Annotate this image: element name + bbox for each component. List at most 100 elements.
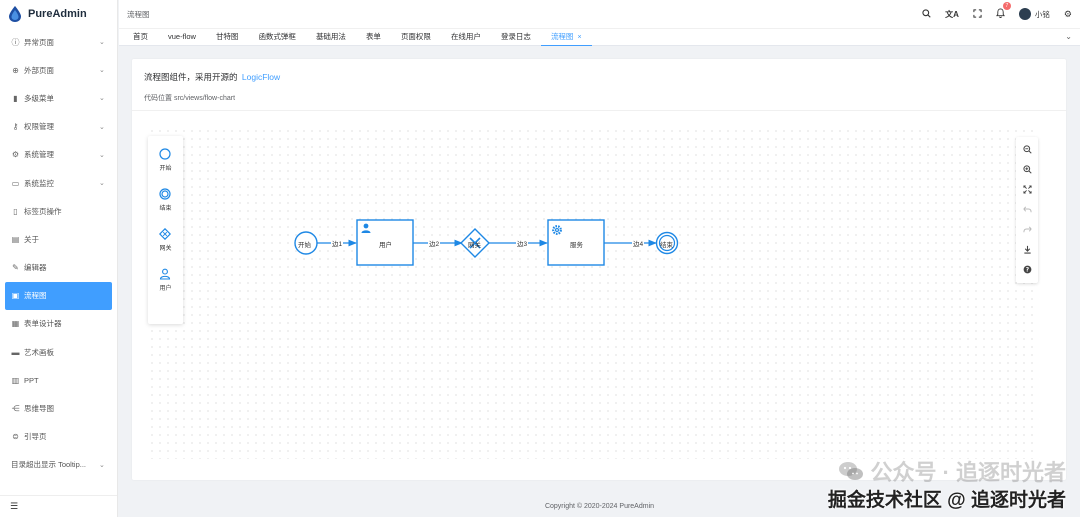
monitor-icon: ▭ — [11, 178, 20, 188]
search-icon[interactable] — [922, 8, 931, 20]
mindmap-icon: ⋲ — [11, 404, 20, 414]
sidebar-item-label: 异常页面 — [24, 37, 54, 47]
tab-2[interactable]: 甘特图 — [206, 28, 249, 46]
service-task-label: 服务 — [570, 242, 583, 249]
help-icon: ? — [1023, 265, 1032, 276]
tab-5[interactable]: 表单 — [356, 28, 391, 46]
sidebar-menu: ◔结果页面⌄ⓘ异常页面⌄⊕外部页面⌄▮多级菜单⌄⚷权限管理⌄⚙系统管理⌄▭系统监… — [0, 14, 117, 479]
chevron-down-icon[interactable]: ⌄ — [1065, 32, 1072, 41]
tab-label: vue-flow — [168, 32, 196, 41]
fit-view-button[interactable] — [1020, 183, 1034, 197]
tab-label: 页面权限 — [400, 32, 431, 41]
zoom-in-button[interactable] — [1020, 163, 1034, 177]
user-menu[interactable]: 小铭 — [1018, 8, 1050, 20]
edge-3-label[interactable]: 边3 — [516, 238, 529, 248]
sidebar-item-label: 艺术画板 — [24, 347, 54, 357]
zoom-out-icon — [1022, 144, 1032, 156]
header-actions: 文A 7 小铭 ⚙ — [922, 0, 1072, 28]
form-icon: ▦ — [11, 319, 20, 329]
palette-item-0[interactable]: 开始 — [159, 148, 172, 172]
flow-canvas[interactable] — [148, 127, 1038, 459]
tags-view-bar: 首页 vue-flow 甘特图 函数式弹框 基础用法 表单 页面权限 在线用户 登录日志 流程图 ×… — [119, 28, 1080, 46]
sidebar-item-label: 目录超出显示 Tooltip... — [11, 460, 87, 470]
sidebar-item-6[interactable]: ▭ 系统监控 ⌄ — [0, 169, 117, 197]
bell-icon — [995, 8, 1005, 18]
fit-icon — [1022, 184, 1032, 196]
tab-3[interactable]: 函数式弹框 — [248, 28, 306, 46]
card-subtitle: 代码位置 src/views/flow-chart — [144, 95, 236, 102]
zoom-out-button[interactable] — [1020, 143, 1034, 157]
sidebar-item-9[interactable]: ✎ 编辑器 — [0, 254, 117, 282]
settings-gear-icon[interactable]: ⚙ — [1064, 9, 1072, 20]
app-logo[interactable]: PureAdmin — [0, 0, 117, 28]
sidebar-item-11[interactable]: ▦ 表单设计器 — [0, 310, 117, 338]
sidebar-item-14[interactable]: ⋲ 思维导图 — [0, 394, 117, 422]
tab-1[interactable]: vue-flow — [158, 28, 206, 46]
sidebar-item-4[interactable]: ⚷ 权限管理 ⌄ — [0, 113, 117, 141]
flowchart-icon: ▣ — [11, 291, 20, 301]
sidebar-item-12[interactable]: ▬ 艺术画板 — [0, 338, 117, 366]
collapse-sidebar-button[interactable]: ☰ — [0, 495, 117, 517]
top-navbar: 流程图 文A 7 小铭 ⚙ — [119, 0, 1080, 28]
close-icon[interactable]: × — [577, 34, 581, 41]
chevron-down-icon: ⌄ — [99, 180, 105, 188]
translate-icon[interactable]: 文A — [945, 9, 959, 20]
watermark-line-1: 公众号 · 追逐时光者 — [870, 460, 1066, 485]
palette-item-1[interactable]: 结束 — [159, 188, 172, 212]
palette-item-2[interactable]: 网关 — [159, 228, 172, 252]
edge-4-label[interactable]: 边4 — [632, 238, 645, 248]
tab-7[interactable]: 在线用户 — [441, 28, 491, 46]
gateway-label: 网关 — [468, 242, 481, 249]
edit-icon: ✎ — [12, 263, 19, 273]
breadcrumb[interactable]: 流程图 — [127, 9, 150, 20]
help-button[interactable]: ? — [1020, 263, 1034, 277]
document-icon: ▤ — [11, 234, 20, 244]
user-icon — [159, 268, 171, 280]
fullscreen-icon[interactable] — [973, 8, 982, 20]
sidebar-item-label: 关于 — [24, 234, 39, 244]
sidebar-item-1[interactable]: ⓘ 异常页面 ⌄ — [0, 28, 117, 56]
sidebar-item-label: 引导页 — [24, 432, 47, 442]
sidebar-item-10[interactable]: ▣ 流程图 — [5, 281, 112, 310]
wechat-icon — [839, 462, 864, 480]
card-title: 流程图组件，采用开源的 LogicFlow — [144, 71, 1054, 83]
sidebar-item-label: 权限管理 — [24, 122, 54, 132]
sidebar-item-15[interactable]: ⊜ 引导页 — [0, 423, 117, 451]
sidebar-item-7[interactable]: ▯ 标签页操作 — [0, 197, 117, 225]
download-button[interactable] — [1020, 243, 1034, 257]
palette-item-label: 用户 — [159, 286, 172, 292]
sidebar-item-label: 系统管理 — [24, 150, 54, 160]
bookmark-icon: ▯ — [13, 206, 18, 216]
ppt-icon: ▥ — [11, 375, 20, 385]
zoom-in-icon — [1022, 164, 1032, 176]
sidebar-item-16[interactable]: 目录超出显示 Tooltip... ⌄ — [0, 451, 117, 479]
notification-bell-button[interactable]: 7 — [995, 2, 1011, 20]
tab-6[interactable]: 页面权限 — [391, 28, 441, 46]
tab-4[interactable]: 基础用法 — [306, 28, 356, 46]
palette-item-label: 结束 — [159, 206, 172, 212]
board-icon: ▬ — [11, 347, 20, 357]
tab-0[interactable]: 首页 — [123, 28, 158, 46]
tab-label: 登录日志 — [500, 32, 531, 41]
tab-8[interactable]: 登录日志 — [491, 28, 541, 46]
download-icon — [1023, 245, 1032, 256]
chevron-down-icon: ⌄ — [99, 151, 105, 159]
undo-button[interactable] — [1020, 203, 1034, 217]
tab-9[interactable]: 流程图 × — [540, 28, 592, 46]
sidebar-item-label: 多级菜单 — [24, 93, 54, 103]
sidebar-item-5[interactable]: ⚙ 系统管理 ⌄ — [0, 141, 117, 169]
sidebar-item-3[interactable]: ▮ 多级菜单 ⌄ — [0, 84, 117, 112]
edge-2-label[interactable]: 边2 — [428, 238, 441, 248]
logicflow-link[interactable]: LogicFlow — [242, 72, 280, 82]
sidebar: ◔结果页面⌄ⓘ异常页面⌄⊕外部页面⌄▮多级菜单⌄⚷权限管理⌄⚙系统管理⌄▭系统监… — [0, 0, 118, 517]
sidebar-item-2[interactable]: ⊕ 外部页面 ⌄ — [0, 56, 117, 84]
sidebar-item-label: 表单设计器 — [24, 319, 62, 329]
tab-label: 首页 — [133, 32, 148, 41]
info-circle-icon: ⓘ — [11, 37, 20, 47]
redo-button[interactable] — [1020, 223, 1034, 237]
sidebar-item-13[interactable]: ▥ PPT — [0, 366, 117, 394]
sidebar-item-8[interactable]: ▤ 关于 — [0, 225, 117, 253]
edge-1-label[interactable]: 边1 — [331, 238, 344, 248]
palette-item-3[interactable]: 用户 — [159, 268, 172, 292]
avatar — [1018, 8, 1031, 20]
